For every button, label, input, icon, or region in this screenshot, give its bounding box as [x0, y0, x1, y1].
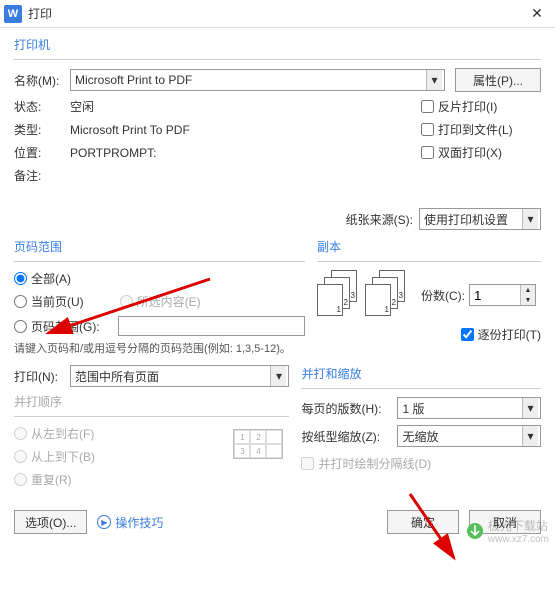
caret-down-icon: ▾	[522, 209, 538, 229]
type-value: Microsoft Print To PDF	[70, 123, 190, 137]
name-label: 名称(M):	[14, 72, 70, 89]
paper-source-label: 纸张来源(S):	[346, 211, 413, 228]
footer: 选项(O)... ▶ 操作技巧 确定 取消	[0, 502, 555, 542]
caret-down-icon: ▾	[522, 426, 538, 446]
printer-name-select[interactable]: Microsoft Print to PDF ▾	[70, 69, 445, 91]
spin-up-icon[interactable]: ▲	[521, 285, 535, 295]
collate-icon: 3 2 1 3 2 1	[317, 270, 407, 320]
options-button[interactable]: 选项(O)...	[14, 510, 87, 534]
status-label: 状态:	[14, 98, 70, 115]
caret-down-icon: ▾	[270, 366, 286, 386]
cancel-button[interactable]: 取消	[469, 510, 541, 534]
range-selection-radio: 所选内容(E)	[120, 293, 201, 310]
ok-button[interactable]: 确定	[387, 510, 459, 534]
range-all-radio[interactable]: 全部(A)	[14, 270, 305, 287]
copies-legend: 副本	[317, 238, 541, 255]
printer-heading: 打印机	[14, 36, 541, 53]
print-what-label: 打印(N):	[14, 368, 70, 385]
play-icon: ▶	[97, 515, 111, 529]
print-to-file-checkbox[interactable]: 打印到文件(L)	[421, 121, 541, 138]
copies-label: 份数(C):	[421, 287, 465, 304]
range-legend: 页码范围	[14, 238, 305, 255]
comment-label: 备注:	[14, 167, 70, 184]
window-title: 打印	[28, 5, 523, 22]
titlebar: W 打印 ✕	[0, 0, 555, 28]
tips-link[interactable]: ▶ 操作技巧	[97, 514, 163, 531]
scale-label: 按纸型缩放(Z):	[301, 428, 397, 445]
range-current-radio[interactable]: 当前页(U)	[14, 293, 84, 310]
printer-name-value: Microsoft Print to PDF	[75, 73, 192, 87]
draw-lines-checkbox: 并打时绘制分隔线(D)	[301, 455, 541, 472]
properties-button[interactable]: 属性(P)...	[455, 68, 541, 92]
order-lr-radio: 从左到右(F)	[14, 425, 95, 442]
paper-source-select[interactable]: 使用打印机设置 ▾	[419, 208, 541, 230]
copies-input[interactable]	[470, 285, 520, 305]
print-what-select[interactable]: 范围中所有页面 ▾	[70, 365, 289, 387]
spin-down-icon[interactable]: ▼	[521, 295, 535, 305]
range-hint: 请键入页码和/或用逗号分隔的页码范围(例如: 1,3,5-12)。	[14, 342, 305, 357]
order-tb-radio: 从上到下(B)	[14, 448, 95, 465]
duplex-checkbox[interactable]: 双面打印(X)	[421, 144, 541, 161]
collate-checkbox[interactable]: 逐份打印(T)	[461, 326, 541, 343]
close-icon[interactable]: ✕	[523, 0, 551, 28]
scale-select[interactable]: 无缩放 ▾	[397, 425, 541, 447]
per-page-label: 每页的版数(H):	[301, 400, 397, 417]
type-label: 类型:	[14, 121, 70, 138]
where-value: PORTPROMPT:	[70, 146, 156, 160]
order-repeat-radio: 重复(R)	[14, 471, 95, 488]
status-value: 空闲	[70, 98, 94, 115]
where-label: 位置:	[14, 144, 70, 161]
order-preview-grid: 1234	[233, 429, 283, 494]
reverse-checkbox[interactable]: 反片打印(I)	[421, 98, 541, 115]
copies-spinner[interactable]: ▲▼	[469, 284, 536, 306]
printer-section: 打印机 名称(M): Microsoft Print to PDF ▾ 属性(P…	[14, 36, 541, 230]
caret-down-icon: ▾	[522, 398, 538, 418]
app-icon: W	[4, 5, 22, 23]
range-pages-radio[interactable]: 页码范围(G):	[14, 318, 118, 335]
per-page-select[interactable]: 1 版 ▾	[397, 397, 541, 419]
order-legend: 并打顺序	[14, 393, 289, 410]
caret-down-icon: ▾	[426, 70, 442, 90]
range-pages-input[interactable]	[118, 316, 305, 336]
scale-legend: 并打和缩放	[301, 365, 541, 382]
